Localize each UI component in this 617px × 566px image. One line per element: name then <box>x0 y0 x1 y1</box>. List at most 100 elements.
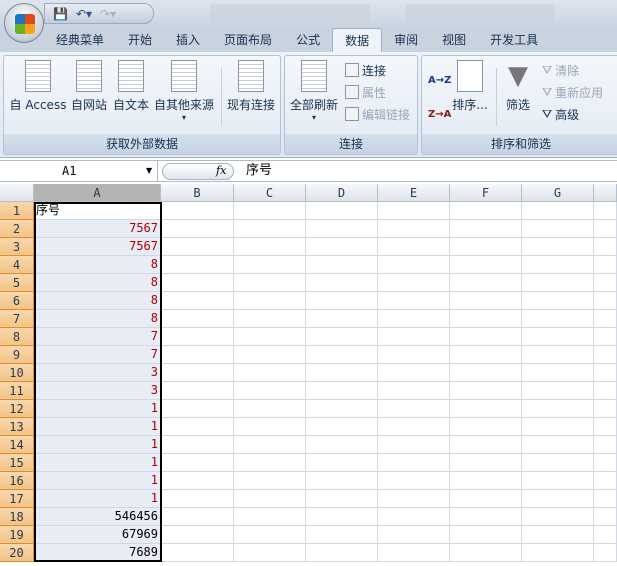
cell[interactable] <box>161 382 234 400</box>
row-header[interactable]: 11 <box>0 382 34 400</box>
tab-2[interactable]: 插入 <box>164 28 212 52</box>
column-header-A[interactable]: A <box>34 184 161 202</box>
cell[interactable] <box>522 436 594 454</box>
undo-icon[interactable]: ↶▾ <box>76 7 92 21</box>
cell[interactable] <box>450 490 522 508</box>
cell[interactable] <box>378 490 450 508</box>
cell[interactable] <box>450 238 522 256</box>
cell-A16[interactable]: 1 <box>34 472 161 490</box>
cell[interactable] <box>522 292 594 310</box>
cell[interactable] <box>378 292 450 310</box>
row-header[interactable]: 14 <box>0 436 34 454</box>
cell[interactable] <box>450 328 522 346</box>
cell[interactable] <box>450 220 522 238</box>
select-all-button[interactable] <box>0 184 34 202</box>
cell[interactable] <box>594 310 617 328</box>
cell[interactable] <box>234 544 306 562</box>
advanced-button[interactable]: ⛛ 高级 <box>542 104 579 124</box>
cell[interactable] <box>522 472 594 490</box>
cell[interactable] <box>522 346 594 364</box>
cell[interactable] <box>522 526 594 544</box>
cell-A9[interactable]: 7 <box>34 346 161 364</box>
cell-A10[interactable]: 3 <box>34 364 161 382</box>
column-header-F[interactable]: F <box>450 184 522 202</box>
cell[interactable] <box>594 508 617 526</box>
cell[interactable] <box>306 292 378 310</box>
cell[interactable] <box>378 382 450 400</box>
cell[interactable] <box>378 526 450 544</box>
cell[interactable] <box>594 382 617 400</box>
cell[interactable] <box>234 238 306 256</box>
cell[interactable] <box>594 472 617 490</box>
cell[interactable] <box>594 274 617 292</box>
cell[interactable] <box>450 256 522 274</box>
row-header[interactable]: 8 <box>0 328 34 346</box>
edit-links-button[interactable]: 编辑链接 <box>345 104 410 124</box>
cell[interactable] <box>234 400 306 418</box>
cell[interactable] <box>450 202 522 220</box>
cell[interactable] <box>161 400 234 418</box>
cell[interactable] <box>306 382 378 400</box>
cell[interactable] <box>378 202 450 220</box>
cell-A13[interactable]: 1 <box>34 418 161 436</box>
cell[interactable] <box>522 490 594 508</box>
tab-0[interactable]: 经典菜单 <box>44 28 116 52</box>
tab-5[interactable]: 数据 <box>332 28 383 52</box>
redo-icon[interactable]: ↷▾ <box>100 7 116 21</box>
cell[interactable] <box>594 328 617 346</box>
cell[interactable] <box>378 508 450 526</box>
cell[interactable] <box>234 220 306 238</box>
cell[interactable] <box>161 202 234 220</box>
cell[interactable] <box>522 328 594 346</box>
cell[interactable] <box>450 526 522 544</box>
cell[interactable] <box>234 526 306 544</box>
from-web-button[interactable]: 自网站 <box>68 60 110 113</box>
tab-1[interactable]: 开始 <box>116 28 164 52</box>
cell[interactable] <box>234 382 306 400</box>
cell-A8[interactable]: 7 <box>34 328 161 346</box>
cell[interactable] <box>594 436 617 454</box>
refresh-all-button[interactable]: 全部刷新 ▾ <box>287 60 341 122</box>
cell[interactable] <box>522 544 594 562</box>
cell[interactable] <box>306 472 378 490</box>
row-header[interactable]: 4 <box>0 256 34 274</box>
cell[interactable] <box>234 346 306 364</box>
tab-7[interactable]: 视图 <box>430 28 478 52</box>
cell[interactable] <box>306 310 378 328</box>
row-header[interactable]: 6 <box>0 292 34 310</box>
cell[interactable] <box>522 454 594 472</box>
name-box[interactable]: A1 <box>0 161 158 181</box>
cell[interactable] <box>161 508 234 526</box>
cell[interactable] <box>161 274 234 292</box>
cell[interactable] <box>161 310 234 328</box>
cell[interactable] <box>594 400 617 418</box>
cell[interactable] <box>594 202 617 220</box>
cell[interactable] <box>306 400 378 418</box>
cell[interactable] <box>161 328 234 346</box>
insert-function-icon[interactable]: fx <box>216 161 226 181</box>
cell[interactable] <box>378 310 450 328</box>
properties-button[interactable]: 属性 <box>345 82 386 102</box>
cell[interactable] <box>234 274 306 292</box>
cell[interactable] <box>161 346 234 364</box>
cell[interactable] <box>450 436 522 454</box>
cell[interactable] <box>234 292 306 310</box>
cell[interactable] <box>306 526 378 544</box>
row-header[interactable]: 10 <box>0 364 34 382</box>
cell[interactable] <box>161 544 234 562</box>
cell[interactable] <box>522 400 594 418</box>
cell[interactable] <box>234 490 306 508</box>
cell[interactable] <box>522 256 594 274</box>
cell[interactable] <box>306 328 378 346</box>
cell-A19[interactable]: 67969 <box>34 526 161 544</box>
cell[interactable] <box>522 274 594 292</box>
from-other-sources-button[interactable]: 自其他来源 ▾ <box>152 60 216 122</box>
cell[interactable] <box>450 382 522 400</box>
cell-A6[interactable]: 8 <box>34 292 161 310</box>
cell[interactable] <box>306 490 378 508</box>
cell[interactable] <box>522 508 594 526</box>
cell[interactable] <box>522 382 594 400</box>
sort-descending-button[interactable]: Z→A <box>428 104 451 124</box>
row-header[interactable]: 1 <box>0 202 34 220</box>
column-header-D[interactable]: D <box>306 184 378 202</box>
